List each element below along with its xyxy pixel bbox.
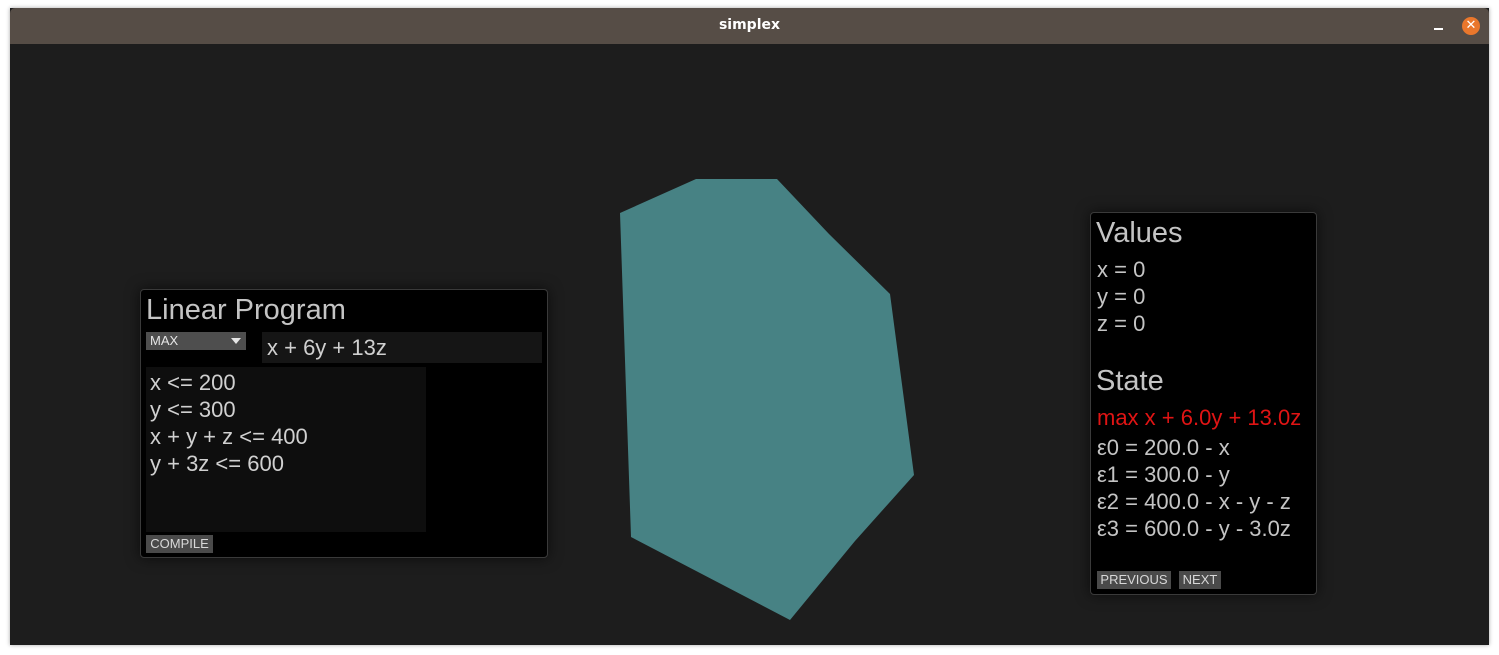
constraint-line: y <= 300 <box>150 397 236 422</box>
constraint-line: x + y + z <= 400 <box>150 424 308 449</box>
compile-button[interactable]: COMPILE <box>146 535 213 553</box>
linear-program-heading: Linear Program <box>146 294 346 326</box>
window-title: simplex <box>718 17 781 33</box>
previous-button[interactable]: PREVIOUS <box>1097 571 1171 589</box>
state-slack-line: ε2 = 400.0 - x - y - z <box>1097 489 1291 514</box>
state-objective: max x + 6.0y + 13.0z <box>1097 405 1302 430</box>
value-line-y: y = 0 <box>1097 284 1146 309</box>
state-slack-line: ε1 = 300.0 - y <box>1097 462 1230 487</box>
app-window: simplex ✕ Linear Program MAX x + 6y + 13… <box>10 8 1489 645</box>
polytope-shape[interactable] <box>620 179 914 620</box>
dropdown-arrow-icon <box>231 338 241 344</box>
state-slack-line: ε3 = 600.0 - y - 3.0z <box>1097 516 1291 541</box>
next-button[interactable]: NEXT <box>1179 571 1221 589</box>
title-bar[interactable]: simplex ✕ <box>10 8 1489 44</box>
objective-mode-value: MAX <box>150 333 179 348</box>
values-heading: Values <box>1096 217 1183 249</box>
main-canvas: Linear Program MAX x + 6y + 13z x <= 200… <box>10 44 1489 645</box>
linear-program-panel: Linear Program MAX x + 6y + 13z x <= 200… <box>140 289 548 558</box>
close-icon[interactable]: ✕ <box>1462 17 1480 35</box>
value-line-z: z = 0 <box>1097 311 1146 336</box>
constraints-textarea[interactable]: x <= 200 y <= 300 x + y + z <= 400 y + 3… <box>146 367 426 532</box>
objective-mode-select[interactable]: MAX <box>146 332 246 350</box>
state-slack-line: ε0 = 200.0 - x <box>1097 435 1230 460</box>
values-state-panel: Values x = 0 y = 0 z = 0 State max x + 6… <box>1090 212 1317 595</box>
state-heading: State <box>1096 365 1164 397</box>
minimize-icon[interactable] <box>1431 18 1447 34</box>
constraint-line: x <= 200 <box>150 370 236 395</box>
objective-input[interactable]: x + 6y + 13z <box>262 332 542 363</box>
constraint-line: y + 3z <= 600 <box>150 451 284 476</box>
value-line-x: x = 0 <box>1097 257 1146 282</box>
